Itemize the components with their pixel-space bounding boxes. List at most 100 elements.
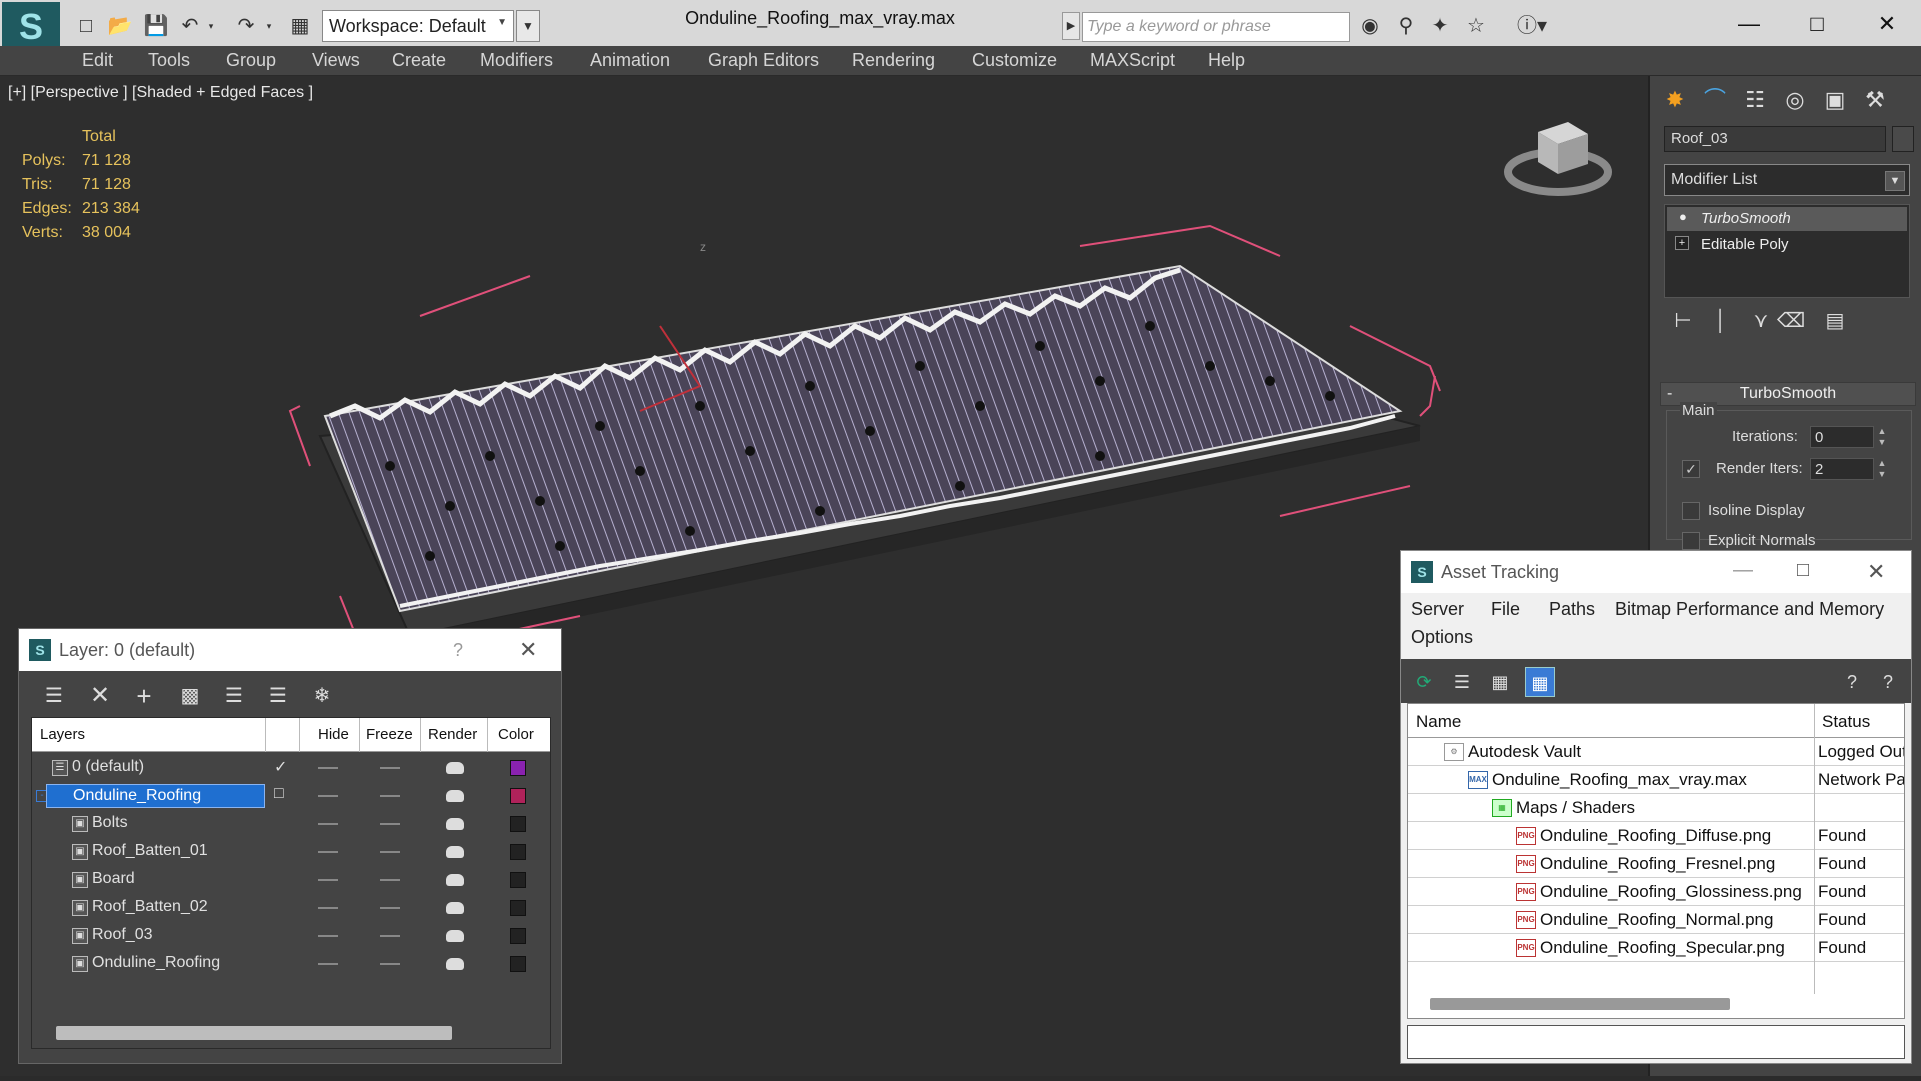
asset-row[interactable]: ⚙ Autodesk Vault Logged Out [1408,738,1904,766]
freeze-toggle[interactable] [380,879,400,881]
column-layers[interactable]: Layers [40,726,85,743]
hide-toggle[interactable] [318,767,338,769]
close-icon[interactable]: ✕ [519,637,537,663]
hide-toggle[interactable] [318,795,338,797]
asset-row[interactable]: PNG Onduline_Roofing_Fresnel.png Found [1408,850,1904,878]
render-teapot-icon[interactable] [446,762,464,774]
close-button[interactable]: ✕ [1858,6,1916,42]
undo-dropdown-icon[interactable]: ▾ [204,12,218,40]
search-expand-button[interactable]: ▶ [1062,12,1080,40]
stack-item-turbosmooth[interactable]: ● TurboSmooth [1667,207,1907,231]
binoculars-icon[interactable]: ◉ [1356,12,1384,40]
menu-server[interactable]: Server [1411,599,1464,620]
workspace-dropdown[interactable]: Workspace: Default ▼ [322,10,514,42]
layer-row[interactable]: ▣ Board [32,866,550,894]
layer-color-swatch[interactable] [510,956,526,972]
hide-toggle[interactable] [318,879,338,881]
expand-plus-icon[interactable]: + [1675,236,1689,250]
motion-tab-icon[interactable]: ◎ [1776,82,1814,118]
menu-customize[interactable]: Customize [972,50,1057,71]
hide-toggle[interactable] [318,823,338,825]
show-end-result-icon[interactable]: │ [1706,306,1736,336]
new-file-icon[interactable]: □ [72,12,100,40]
create-layer-icon[interactable]: ☰ [39,681,69,711]
menu-paths[interactable]: Paths [1549,599,1595,620]
object-name-field[interactable]: Roof_03 [1664,126,1886,152]
delete-layer-icon[interactable]: ✕ [85,681,115,711]
save-icon[interactable]: 💾 [142,12,170,40]
display-tab-icon[interactable]: ▣ [1816,82,1854,118]
menu-file[interactable]: File [1491,599,1520,620]
layer-color-swatch[interactable] [510,816,526,832]
favorites-star-icon[interactable]: ☆ [1462,12,1490,40]
hide-toggle[interactable] [318,935,338,937]
menu-views[interactable]: Views [312,50,360,71]
hide-toggle[interactable] [318,907,338,909]
freeze-toggle[interactable] [380,851,400,853]
asset-row[interactable]: PNG Onduline_Roofing_Diffuse.png Found [1408,822,1904,850]
layer-row[interactable]: -☰Onduline_Roofing□ [32,782,550,810]
column-freeze[interactable]: Freeze [366,726,413,743]
minimize-button[interactable]: — [1720,6,1778,42]
viewcube-icon[interactable] [1498,102,1618,202]
menu-options[interactable]: Options [1411,627,1473,648]
menu-create[interactable]: Create [392,50,446,71]
freeze-toggle[interactable] [380,963,400,965]
set-current-layer-icon[interactable]: □ [274,785,284,803]
layer-color-swatch[interactable] [510,760,526,776]
layer-row[interactable]: ☰ 0 (default) ✓ [32,754,550,782]
workspace-menu-button[interactable]: ▼ [516,10,540,42]
layer-color-swatch[interactable] [510,788,526,804]
search-input[interactable]: Type a keyword or phrase [1082,12,1350,42]
remove-modifier-icon[interactable]: ⌫ [1776,306,1806,336]
menu-rendering[interactable]: Rendering [852,50,935,71]
app-logo-icon[interactable]: S [2,2,60,52]
layer-horizontal-scrollbar[interactable] [56,1026,452,1040]
isoline-display-checkbox[interactable] [1682,502,1700,520]
menu-help[interactable]: Help [1208,50,1245,71]
freeze-toggle[interactable] [380,795,400,797]
layer-row[interactable]: ▣ Bolts [32,810,550,838]
freeze-toggle[interactable] [380,935,400,937]
layer-color-swatch[interactable] [510,928,526,944]
tree-view-icon[interactable]: ▦ [1485,667,1515,697]
asset-path-input[interactable] [1407,1025,1905,1059]
freeze-toggle[interactable] [380,907,400,909]
roof-model[interactable]: z [280,166,1470,686]
column-name[interactable]: Name [1416,712,1461,732]
refresh-icon[interactable]: ⟳ [1409,667,1439,697]
maximize-button[interactable]: □ [1788,6,1846,42]
explicit-normals-checkbox[interactable] [1682,532,1700,550]
column-status[interactable]: Status [1822,712,1870,732]
spinner-arrows-icon[interactable]: ▲ ▼ [1876,458,1888,480]
menu-modifiers[interactable]: Modifiers [480,50,553,71]
menu-edit[interactable]: Edit [82,50,113,71]
layer-color-swatch[interactable] [510,900,526,916]
create-tab-icon[interactable]: ✸ [1656,82,1694,118]
redo-icon[interactable]: ↷ [232,12,260,40]
asset-row[interactable]: PNG Onduline_Roofing_Glossiness.png Found [1408,878,1904,906]
select-objects-in-layer-icon[interactable]: ▩ [175,681,205,711]
freeze-unfreeze-all-icon[interactable]: ❄ [307,681,337,711]
lightbulb-icon[interactable]: ● [1679,209,1687,224]
menu-bitmap-performance[interactable]: Bitmap Performance and Memory [1615,599,1884,620]
current-layer-check-icon[interactable]: ✓ [274,757,287,777]
modify-tab-icon[interactable]: ⌒ [1696,82,1734,118]
object-color-swatch[interactable] [1892,126,1914,152]
open-file-icon[interactable]: 📂 [106,12,134,40]
viewport-label[interactable]: [+] [Perspective ] [Shaded + Edged Faces… [8,84,313,102]
hierarchy-tab-icon[interactable]: ☷ [1736,82,1774,118]
add-to-layer-icon[interactable]: + [129,681,159,711]
minimize-icon[interactable]: — [1733,559,1753,582]
asset-row[interactable]: PNG Onduline_Roofing_Normal.png Found [1408,906,1904,934]
menu-graph-editors[interactable]: Graph Editors [708,50,819,71]
asset-row[interactable]: MAX Onduline_Roofing_max_vray.max Network … [1408,766,1904,794]
modifier-list-dropdown[interactable]: Modifier List ▼ [1664,164,1910,196]
menu-group[interactable]: Group [226,50,276,71]
menu-maxscript[interactable]: MAXScript [1090,50,1175,71]
subscription-icon[interactable]: ✦ [1426,12,1454,40]
render-teapot-icon[interactable] [446,874,464,886]
spinner-arrows-icon[interactable]: ▲ ▼ [1876,426,1888,448]
hide-toggle[interactable] [318,963,338,965]
layer-color-swatch[interactable] [510,872,526,888]
